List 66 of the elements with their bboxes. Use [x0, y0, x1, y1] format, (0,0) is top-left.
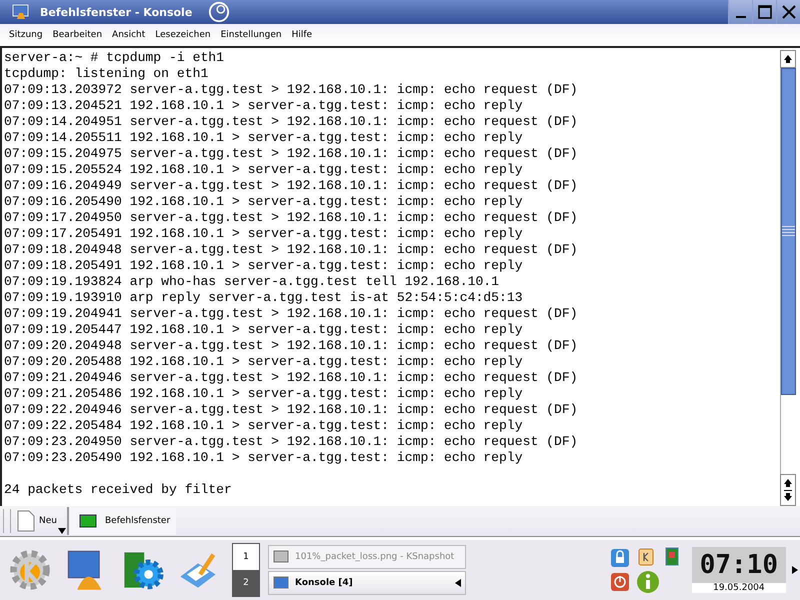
menu-item[interactable]: Einstellungen — [220, 30, 282, 40]
window-icon — [273, 549, 289, 565]
terminal-line: 07:09:20.204948 server-a.tgg.test > 192.168.10.1: icmp: echo request (DF) — [4, 338, 579, 354]
terminal-line: 07:09:13.203972 server-a.tgg.test > 192.168.10.1: icmp: echo request (DF) — [4, 82, 579, 98]
terminal-line: 07:09:19.205447 192.168.10.1 > server-a.tgg.test: icmp: echo reply — [4, 322, 524, 338]
terminal-line: tcpdump: listening on eth1 — [4, 66, 210, 82]
close-button[interactable] — [776, 0, 800, 24]
terminal-line: 07:09:19.204941 server-a.tgg.test > 192.168.10.1: icmp: echo request (DF) — [4, 306, 579, 322]
terminal-line: 07:09:19.193824 arp who-has server-a.tgg.test tell 192.168.10.1 — [4, 274, 500, 290]
window-title: Befehlsfenster - Konsole — [40, 6, 194, 18]
minimize-icon — [736, 16, 746, 18]
terminal-line: 07:09:16.204949 server-a.tgg.test > 192.168.10.1: icmp: echo request (DF) — [4, 178, 579, 194]
lock-icon[interactable] — [610, 548, 630, 568]
terminal-line: 07:09:14.204951 server-a.tgg.test > 192.168.10.1: icmp: echo request (DF) — [4, 114, 579, 130]
new-session-button[interactable]: Neu — [11, 507, 67, 535]
terminal-icon — [78, 514, 97, 528]
maximize-button[interactable] — [752, 0, 776, 24]
menu-item[interactable]: Ansicht — [112, 30, 146, 40]
close-icon — [780, 4, 796, 20]
terminal-icon[interactable] — [12, 3, 30, 21]
up-down-arrows-icon — [783, 478, 793, 502]
page-icon — [17, 510, 35, 532]
task-button[interactable]: Konsole [4] — [268, 571, 466, 595]
terminal-line: server-a:~ # tcpdump -i eth1 — [4, 50, 226, 66]
window-icon — [273, 575, 289, 591]
scroll-thumb[interactable] — [781, 68, 796, 395]
toolbar-handle[interactable] — [3, 509, 11, 533]
scrollbar[interactable] — [780, 50, 796, 506]
scroll-arrows-button[interactable] — [780, 474, 796, 506]
clipboard-icon[interactable] — [636, 546, 656, 566]
terminal-line: 07:09:22.204946 server-a.tgg.test > 192.168.10.1: icmp: echo request (DF) — [4, 402, 579, 418]
terminal-line: 07:09:21.205486 192.168.10.1 > server-a.tgg.test: icmp: echo reply — [4, 386, 524, 402]
menu-item[interactable]: Hilfe — [292, 30, 312, 40]
scroll-up-button[interactable] — [780, 50, 796, 68]
caret-icon — [455, 579, 461, 587]
terminal-line: 07:09:19.193910 arp reply server-a.tgg.test is-at 52:54:5:c4:d5:13 — [4, 290, 524, 306]
minimize-button[interactable] — [728, 0, 752, 24]
clock[interactable]: 07:10 — [692, 547, 786, 583]
terminal-line: 07:09:15.204975 server-a.tgg.test > 192.168.10.1: icmp: echo request (DF) — [4, 146, 579, 162]
terminal-line: 07:09:18.205491 192.168.10.1 > server-a.tgg.test: icmp: echo reply — [4, 258, 524, 274]
terminal-line: 07:09:18.204948 server-a.tgg.test > 192.168.10.1: icmp: echo request (DF) — [4, 242, 579, 258]
terminal-line: 07:09:15.205524 192.168.10.1 > server-a.tgg.test: icmp: echo reply — [4, 162, 524, 178]
menu-item[interactable]: Bearbeiten — [52, 30, 102, 40]
info-icon[interactable] — [636, 570, 660, 594]
terminal-line: 07:09:14.205511 192.168.10.1 > server-a.tgg.test: icmp: echo reply — [4, 130, 524, 146]
power-icon[interactable] — [610, 572, 630, 592]
session-tab[interactable]: Befehlsfenster — [66, 507, 176, 535]
terminal-line: 07:09:23.205490 192.168.10.1 > server-a.tgg.test: icmp: echo reply — [4, 450, 524, 466]
terminal-line: 07:09:17.204950 server-a.tgg.test > 192.168.10.1: icmp: echo request (DF) — [4, 210, 579, 226]
up-arrow-icon — [783, 54, 793, 64]
terminal-line: 07:09:13.204521 192.168.10.1 > server-a.tgg.test: icmp: echo reply — [4, 98, 524, 114]
terminal-line: 07:09:22.205484 192.168.10.1 > server-a.tgg.test: icmp: echo reply — [4, 418, 524, 434]
terminal-line: 24 packets received by filter — [4, 482, 233, 498]
terminal-line: 07:09:17.205491 192.168.10.1 > server-a.tgg.test: icmp: echo reply — [4, 226, 524, 242]
terminal-line: 07:09:23.204950 server-a.tgg.test > 192.168.10.1: icmp: echo request (DF) — [4, 434, 579, 450]
caret-icon — [58, 528, 66, 534]
menu-item[interactable]: Lesezeichen — [155, 30, 211, 40]
terminal-line: 07:09:20.205488 192.168.10.1 > server-a.tgg.test: icmp: echo reply — [4, 354, 524, 370]
expand-icon[interactable] — [792, 566, 798, 574]
date-label: 19.05.2004 — [692, 583, 786, 593]
terminal-line: 07:09:21.204946 server-a.tgg.test > 192.168.10.1: icmp: echo request (DF) — [4, 370, 579, 386]
desktop-button[interactable]: 2 — [233, 570, 259, 596]
terminal-line: 07:09:16.205490 192.168.10.1 > server-a.tgg.test: icmp: echo reply — [4, 194, 524, 210]
maximize-icon — [756, 4, 772, 20]
menu-item[interactable]: Sitzung — [9, 30, 43, 40]
desktop-button[interactable]: 1 — [233, 544, 259, 570]
